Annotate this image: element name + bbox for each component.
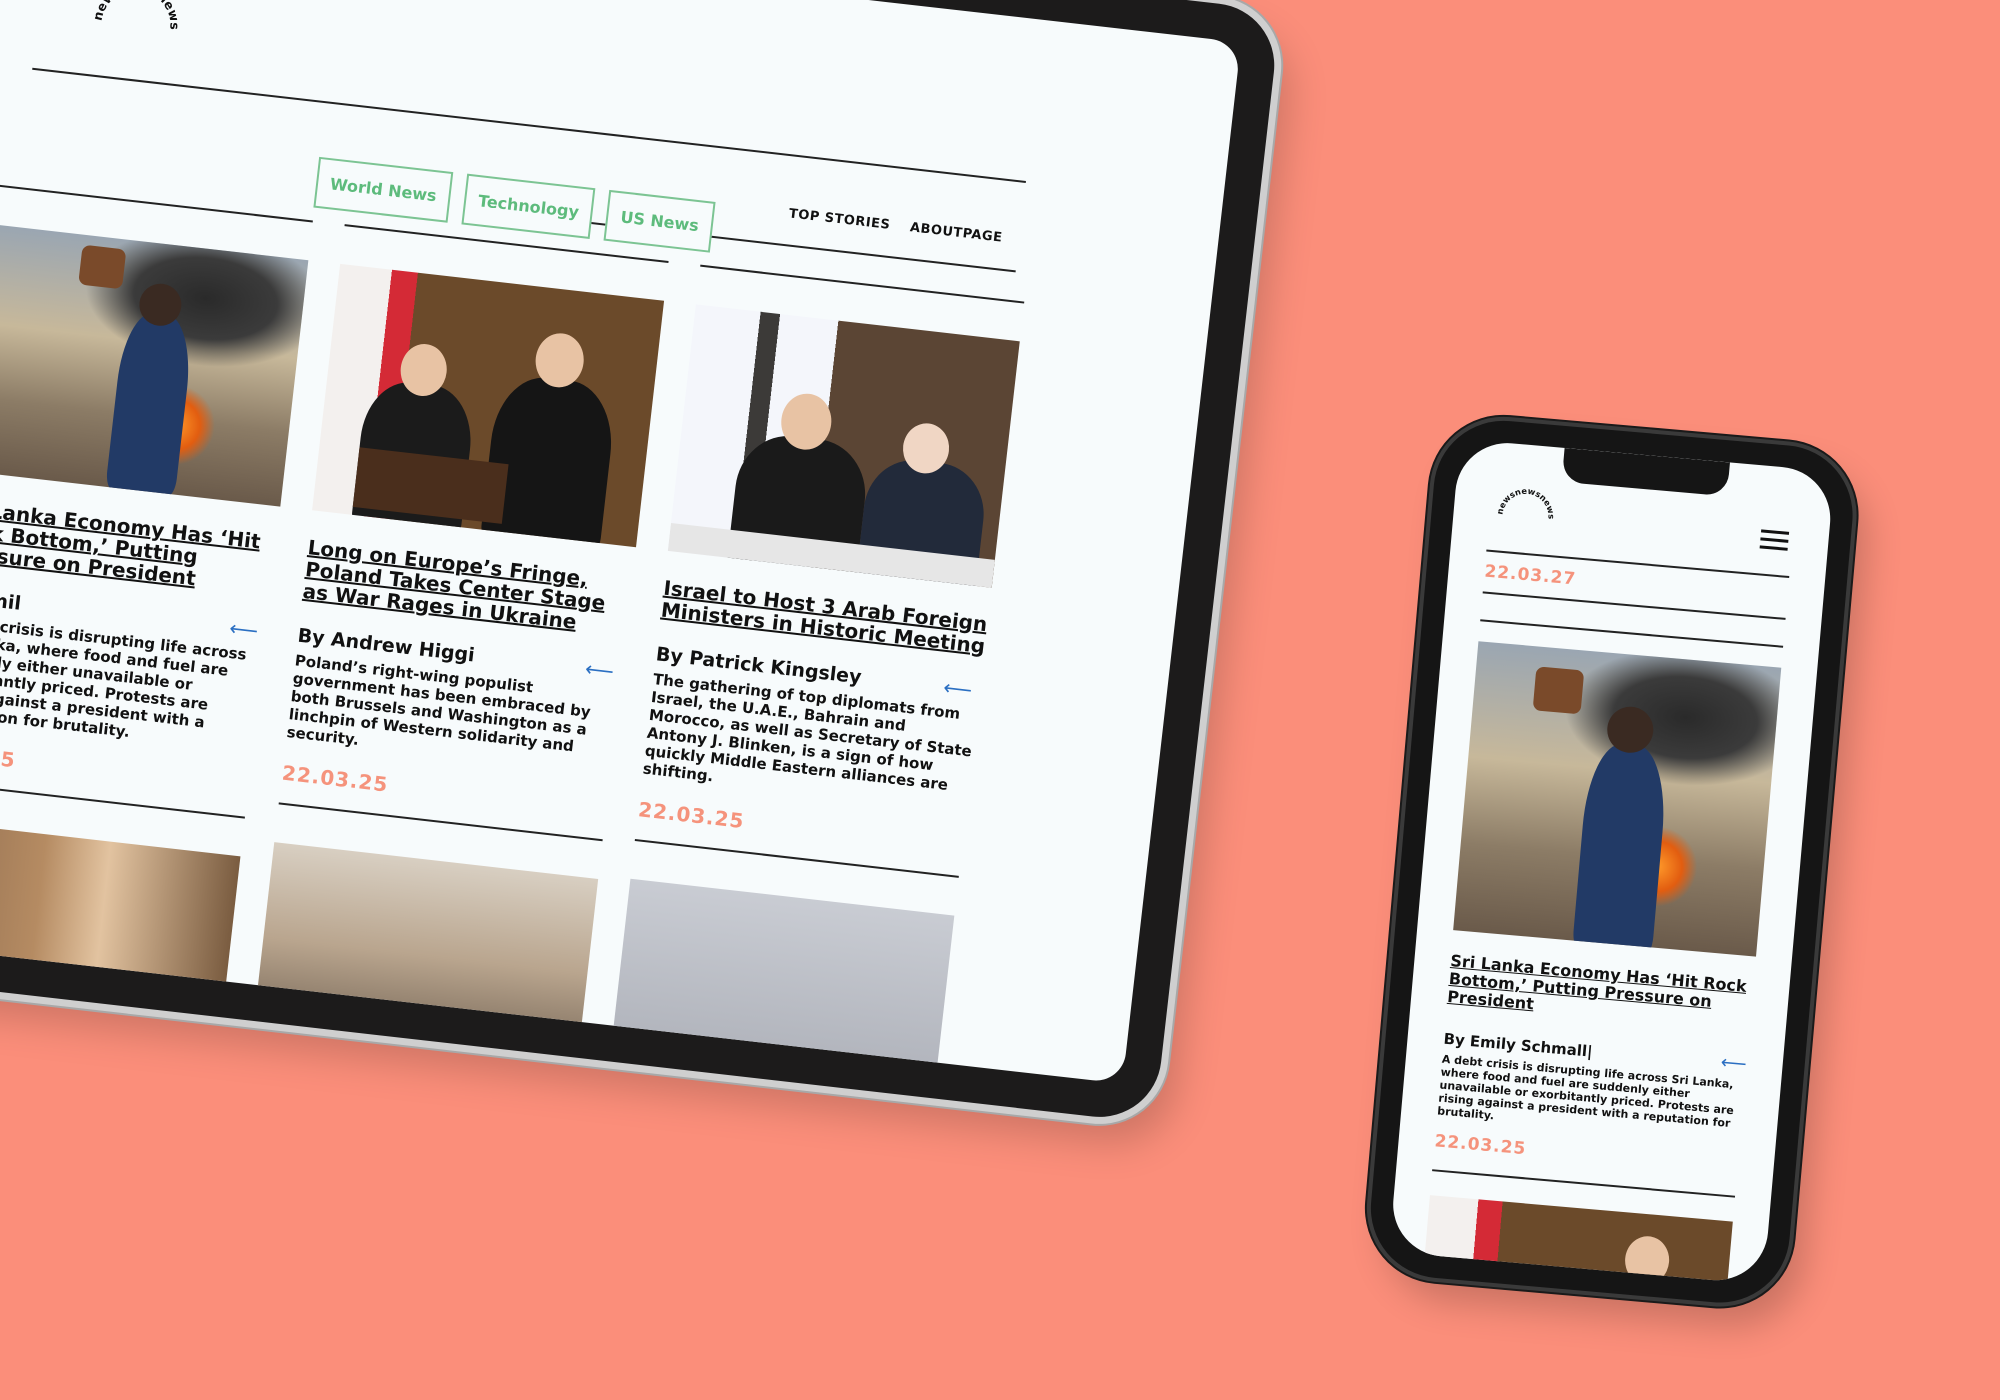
article-title[interactable]: Israel to Host 3 Arab Foreign Ministers … (660, 576, 989, 659)
mobile-article-list: 22.03.27 Sri Lanka Economy Has ‘Hit Rock… (1419, 549, 1790, 1285)
svg-text:newsnewsnews: newsnewsnews (1494, 483, 1559, 520)
article-byline: By Emil (0, 584, 23, 615)
photo-figure (105, 309, 196, 497)
header-divider (32, 67, 1026, 183)
arrow-left-icon[interactable]: ⟵ (228, 616, 259, 643)
card-divider (1480, 619, 1784, 648)
arrow-left-icon[interactable]: ⟵ (584, 656, 615, 683)
article-card[interactable]: Sri Lanka Economy Has ‘Hit Rock Bottom,’… (1419, 641, 1782, 1285)
article-card[interactable]: Israel to Host 3 Arab Foreign Ministers … (612, 264, 1025, 1075)
tablet-screen: newsnewsnews TOP STORIES ABOUTPAGE World… (0, 0, 1242, 1084)
logo-ring-icon: newsnewsnews (1494, 483, 1559, 520)
tablet-device: newsnewsnews TOP STORIES ABOUTPAGE World… (0, 0, 1281, 1124)
article-title[interactable]: Long on Europe’s Fringe, Poland Takes Ce… (302, 535, 633, 638)
phone-device: newsnewsnews 22.03.27 Sri Lanka Economy … (1365, 415, 1859, 1309)
nav-about[interactable]: ABOUTPAGE (909, 220, 1003, 245)
article-photo-israel[interactable] (667, 304, 1020, 588)
article-photo-sri-lanka[interactable] (0, 223, 309, 507)
card-divider (700, 264, 1025, 304)
tab-us-news[interactable]: US News (603, 189, 716, 253)
tab-world-news[interactable]: World News (313, 156, 454, 223)
site-logo[interactable]: newsnewsnews (83, 0, 189, 78)
site-logo[interactable]: newsnewsnews (1491, 482, 1560, 551)
arrow-left-icon[interactable]: ⟵ (942, 675, 973, 702)
article-title[interactable]: Sri Lanka Economy Has ‘Hit Rock Bottom,’… (0, 495, 277, 598)
tab-technology[interactable]: Technology (461, 173, 596, 239)
article-card[interactable]: Long on Europe’s Fringe, Poland Takes Ce… (256, 224, 669, 1039)
article-title[interactable]: Sri Lanka Economy Has ‘Hit Rock Bottom,’… (1447, 951, 1755, 1032)
article-date: 22.03.27 (1483, 561, 1577, 590)
article-photo-poland[interactable] (312, 263, 665, 548)
logo-ring-icon: newsnewsnews (89, 0, 187, 31)
article-photo-sri-lanka[interactable] (1453, 641, 1782, 957)
top-nav: TOP STORIES ABOUTPAGE (788, 206, 1003, 245)
arrow-left-icon[interactable]: ⟵ (1720, 1052, 1748, 1075)
hamburger-menu-icon[interactable] (1759, 529, 1790, 555)
photo-object (78, 244, 127, 290)
article-card[interactable]: Sri Lanka Economy Has ‘Hit Rock Bottom,’… (0, 183, 313, 1016)
card-divider (0, 183, 313, 223)
photo-figure (1571, 741, 1670, 957)
phone-screen: newsnewsnews 22.03.27 Sri Lanka Economy … (1388, 438, 1835, 1285)
nav-top-stories[interactable]: TOP STORIES (788, 206, 891, 232)
svg-text:newsnewsnews: newsnewsnews (89, 0, 187, 31)
photo-object (1532, 666, 1585, 715)
